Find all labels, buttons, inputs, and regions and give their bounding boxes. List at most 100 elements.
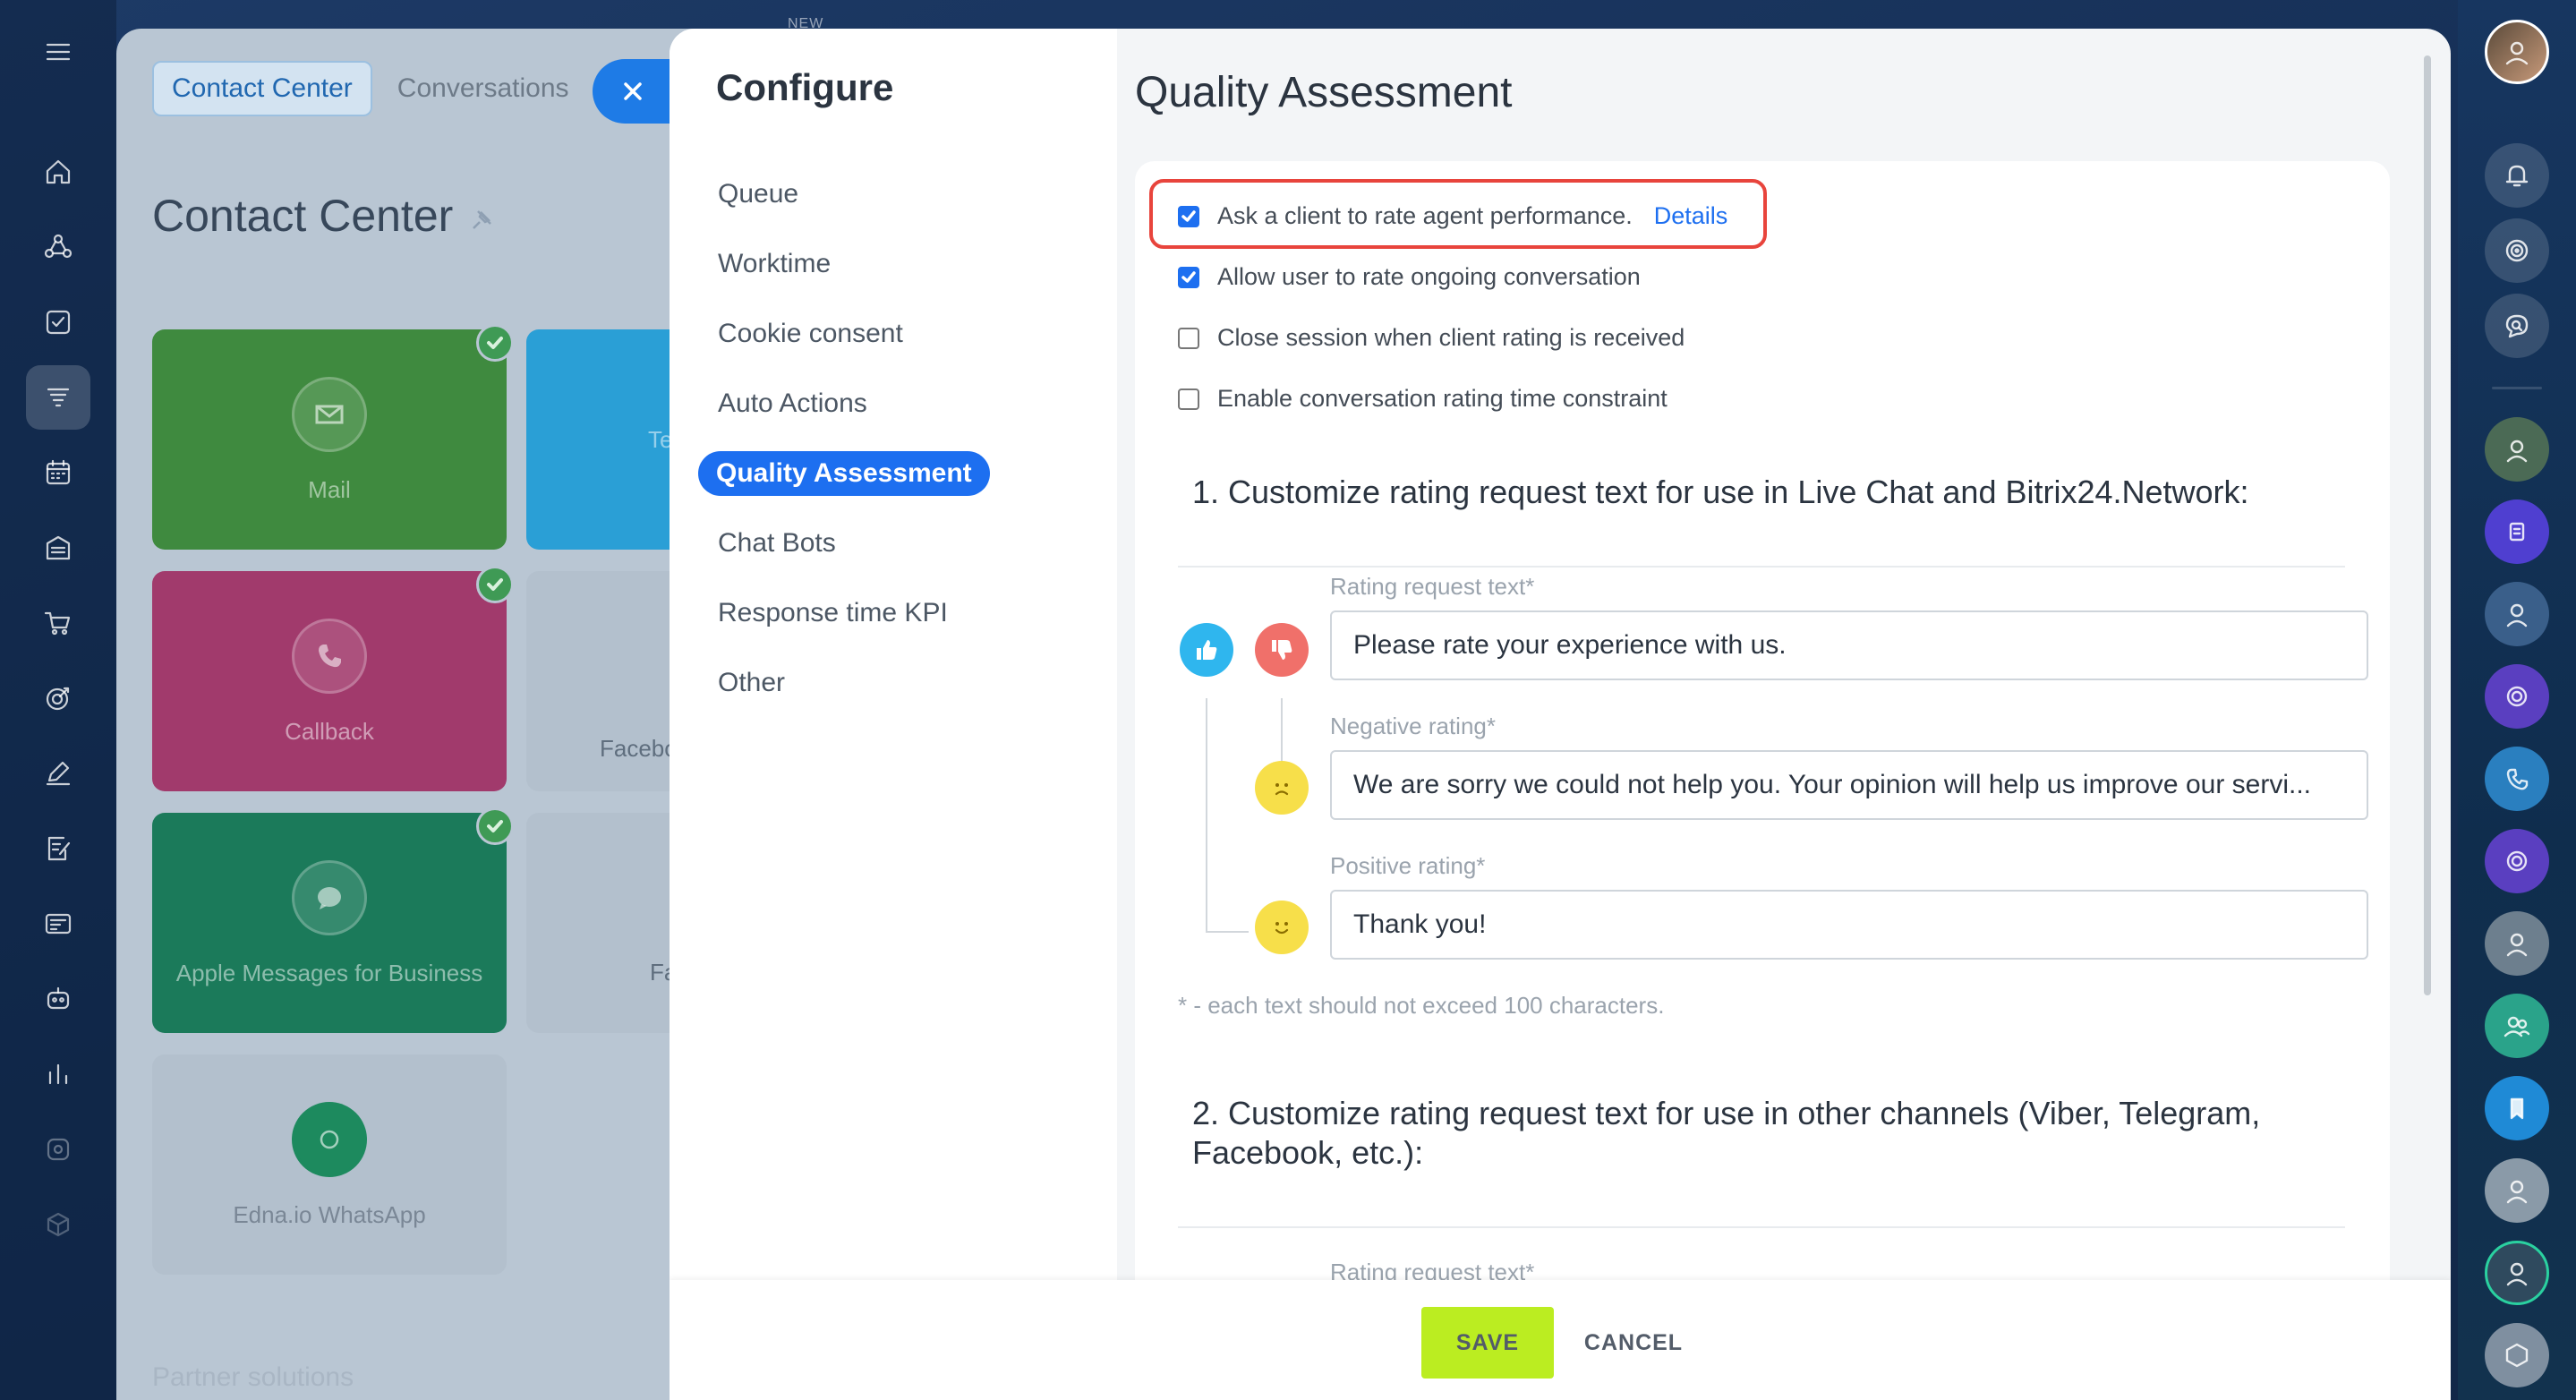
analytics-icon[interactable] <box>26 1042 90 1106</box>
chat-avatar-7[interactable] <box>2485 1158 2549 1223</box>
chat-avatar-2[interactable] <box>2485 499 2549 564</box>
footer-bar: SAVE CANCEL <box>670 1280 2451 1400</box>
chat-avatar-4[interactable] <box>2485 664 2549 729</box>
scrollbar[interactable] <box>2424 55 2431 995</box>
tile-label: Callback <box>285 718 374 745</box>
rating-request-input[interactable]: Please rate your experience with us. <box>1330 610 2368 680</box>
contact-center-icon[interactable] <box>26 365 90 430</box>
option-label: Close session when client rating is rece… <box>1217 324 1685 351</box>
crm-icon[interactable] <box>26 215 90 279</box>
negative-rating-label: Negative rating* <box>1330 713 1496 739</box>
contact-center-tabs: Contact Center Conversations <box>152 61 569 116</box>
tile-edna-whatsapp[interactable]: Edna.io WhatsApp <box>152 1054 507 1275</box>
open-channels-icon[interactable] <box>2485 218 2549 283</box>
inventory-icon[interactable] <box>26 516 90 580</box>
details-link[interactable]: Details <box>1654 202 1728 230</box>
option-allow-rate-ongoing[interactable]: Allow user to rate ongoing conversation <box>1178 263 1641 291</box>
tile-apple-messages[interactable]: Apple Messages for Business <box>152 807 514 1033</box>
tile-mail[interactable]: Mail <box>152 324 514 550</box>
checkbox[interactable] <box>1178 205 1199 227</box>
nav-item-other[interactable]: Other <box>700 661 803 705</box>
nav-item-auto-actions[interactable]: Auto Actions <box>700 381 885 426</box>
tab-contact-center[interactable]: Contact Center <box>152 61 372 116</box>
tile-label: Mail <box>308 476 351 503</box>
chat-avatar-9[interactable] <box>2485 1323 2549 1387</box>
tile-label: Facebo <box>600 735 678 762</box>
close-slider-button[interactable] <box>593 59 673 124</box>
user-avatar[interactable] <box>2485 20 2549 84</box>
chat-avatar-group[interactable] <box>2485 994 2549 1058</box>
negative-rating-input[interactable]: We are sorry we could not help you. Your… <box>1330 750 2368 820</box>
chat-avatar-phone[interactable] <box>2485 747 2549 811</box>
option-label: Ask a client to rate agent performance. <box>1217 202 1633 229</box>
cancel-button[interactable]: CANCEL <box>1575 1307 1692 1379</box>
checkbox[interactable] <box>1178 266 1199 288</box>
robot-icon[interactable] <box>26 967 90 1031</box>
option-time-constraint[interactable]: Enable conversation rating time constrai… <box>1178 385 1668 413</box>
checkbox[interactable] <box>1178 388 1199 410</box>
sign-pen-icon[interactable] <box>26 741 90 806</box>
connected-check-icon <box>476 807 514 845</box>
edna-icon <box>292 1102 367 1177</box>
connected-check-icon <box>476 566 514 603</box>
nav-item-chat-bots[interactable]: Chat Bots <box>700 521 854 566</box>
checkbox[interactable] <box>1178 327 1199 349</box>
configure-slider: Configure Queue Worktime Cookie consent … <box>670 29 2451 1400</box>
marketing-target-icon[interactable] <box>26 666 90 730</box>
pin-icon[interactable] <box>469 208 494 233</box>
document-edit-icon[interactable] <box>26 816 90 881</box>
tile-callback[interactable]: Callback <box>152 566 514 791</box>
sad-face-icon <box>1255 761 1309 815</box>
contact-center-background: Contact Center Conversations Contact Cen… <box>116 29 725 1400</box>
chat-avatar-bookmark[interactable] <box>2485 1076 2549 1140</box>
section-1-title: 1. Customize rating request text for use… <box>1192 474 2249 510</box>
settings-card: Ask a client to rate agent performance. … <box>1135 161 2390 1325</box>
page-title: Contact Center <box>152 191 454 241</box>
positive-rating-label: Positive rating* <box>1330 852 1486 879</box>
bell-icon[interactable] <box>2485 143 2549 208</box>
nav-item-worktime[interactable]: Worktime <box>700 242 849 286</box>
option-label: Allow user to rate ongoing conversation <box>1217 263 1641 290</box>
search-chat-icon[interactable] <box>2485 294 2549 358</box>
happy-face-icon <box>1255 901 1309 954</box>
chat-avatar-3[interactable] <box>2485 582 2549 646</box>
connected-check-icon <box>476 324 514 362</box>
chat-avatar-6[interactable] <box>2485 911 2549 976</box>
nav-item-quality-assessment[interactable]: Quality Assessment <box>698 451 990 496</box>
tree-line <box>1206 698 1207 933</box>
partner-solutions-heading: Partner solutions <box>152 1362 354 1392</box>
nav-item-cookie-consent[interactable]: Cookie consent <box>700 312 921 356</box>
thumbs-up-icon <box>1180 623 1233 677</box>
chat-bubble-icon <box>292 860 367 935</box>
nav-item-response-time-kpi[interactable]: Response time KPI <box>700 591 966 636</box>
home-icon[interactable] <box>26 140 90 204</box>
left-app-rail <box>0 0 116 1400</box>
rating-request-label: Rating request text* <box>1330 573 1535 600</box>
option-ask-client-rate[interactable]: Ask a client to rate agent performance. … <box>1178 202 1727 230</box>
cube-icon[interactable] <box>26 1192 90 1257</box>
chat-avatar-5[interactable] <box>2485 829 2549 893</box>
option-close-session[interactable]: Close session when client rating is rece… <box>1178 324 1685 352</box>
configure-title: Configure <box>716 66 894 108</box>
tasks-icon[interactable] <box>26 290 90 354</box>
tile-label: Apple Messages for Business <box>175 960 483 986</box>
chat-avatar-1[interactable] <box>2485 417 2549 482</box>
section-2-title: 2. Customize rating request text for use… <box>1192 1095 2261 1171</box>
thumbs-down-icon <box>1255 623 1309 677</box>
tree-line <box>1206 931 1249 933</box>
chat-avatar-8[interactable] <box>2485 1241 2549 1305</box>
forms-icon[interactable] <box>26 892 90 956</box>
positive-rating-input[interactable]: Thank you! <box>1330 890 2368 960</box>
apps-icon[interactable] <box>26 1117 90 1182</box>
tab-conversations[interactable]: Conversations <box>397 73 569 104</box>
shop-cart-icon[interactable] <box>26 591 90 655</box>
quality-assessment-content: Quality Assessment Ask a client to rate … <box>1135 29 2406 1400</box>
configure-sidebar: Configure Queue Worktime Cookie consent … <box>670 29 1117 1400</box>
save-button[interactable]: SAVE <box>1421 1307 1554 1379</box>
calendar-icon[interactable] <box>26 440 90 505</box>
nav-item-queue[interactable]: Queue <box>700 172 816 217</box>
close-icon <box>624 82 642 100</box>
character-limit-note: * - each text should not exceed 100 char… <box>1178 992 1665 1019</box>
hamburger-menu-icon[interactable] <box>26 20 90 84</box>
divider <box>1178 1226 2345 1228</box>
